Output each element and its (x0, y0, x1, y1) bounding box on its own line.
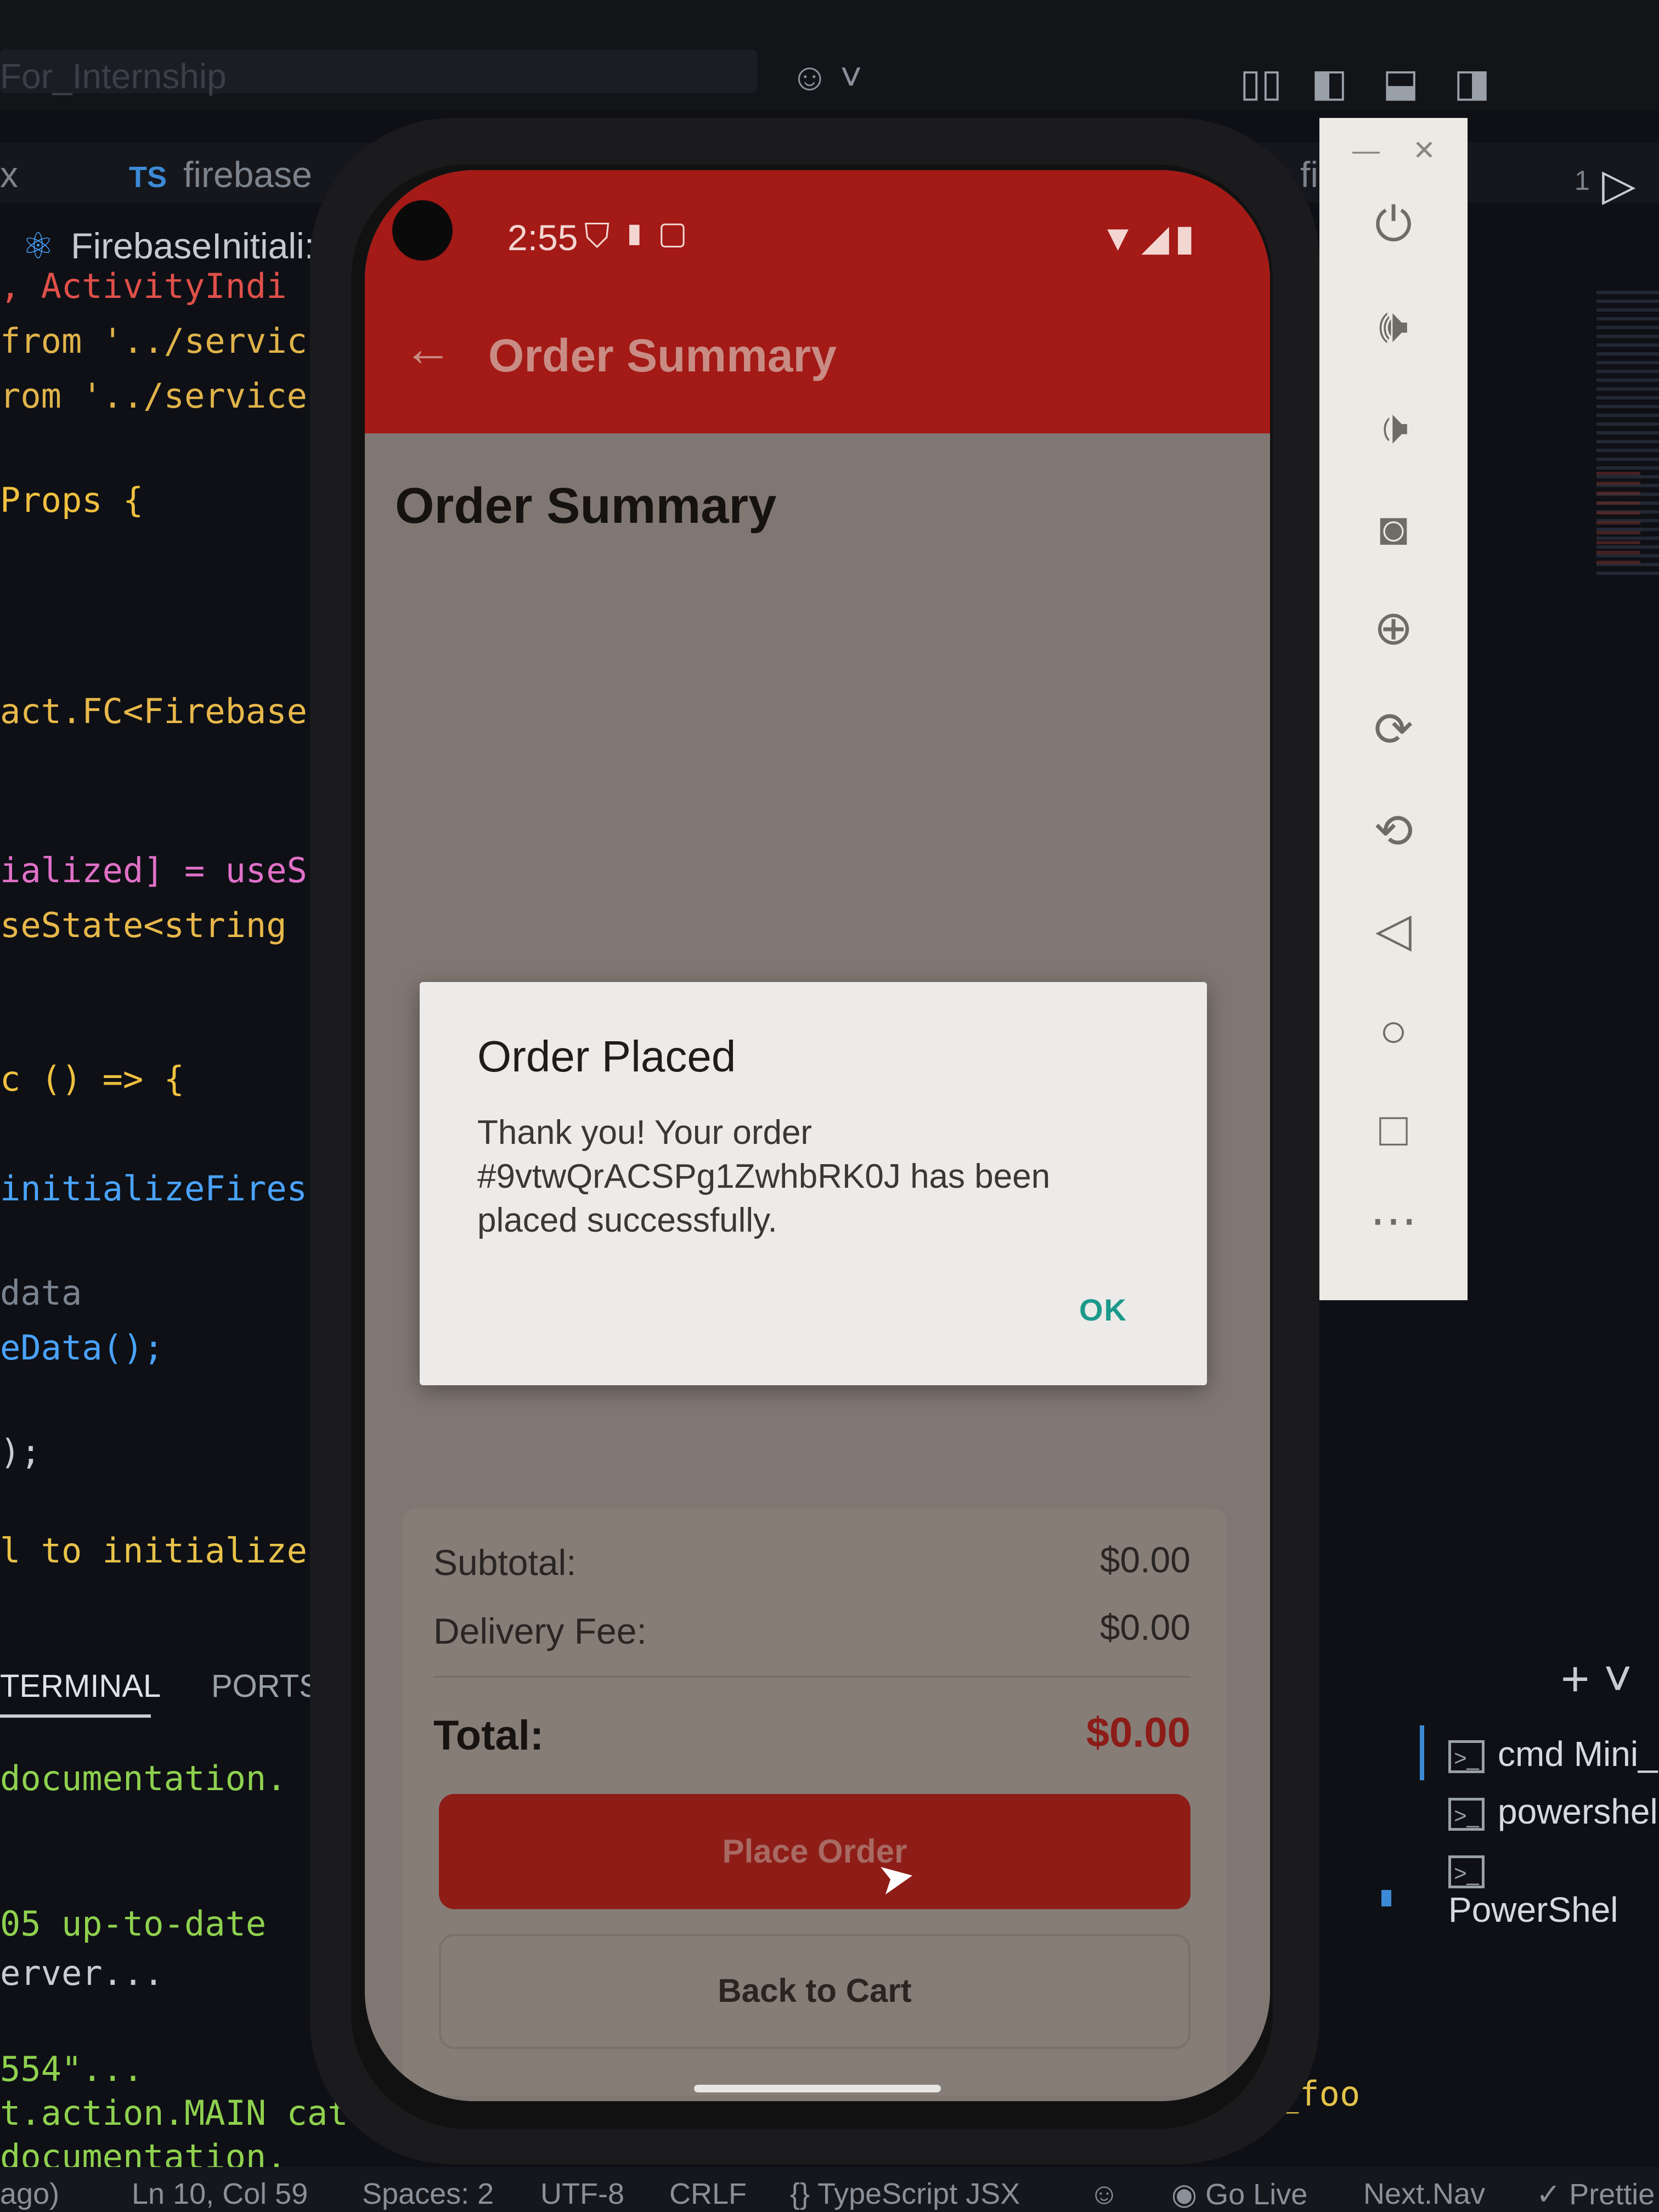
code-line: eData(); (0, 1328, 164, 1368)
code-line: l to initialize (0, 1531, 307, 1571)
terminal-name: cmd Mini_ (1498, 1734, 1658, 1774)
rotate-right-icon[interactable]: ⟳ (1319, 702, 1468, 757)
terminal-icon: >_ (1448, 1855, 1485, 1889)
volume-down-icon[interactable]: 🕩 (1319, 400, 1468, 456)
double-check-icon: ✓ (1536, 2178, 1570, 2211)
terminal-line: t.action.MAIN cat (0, 2093, 348, 2133)
status-next-nav[interactable]: Next.Nav (1363, 2177, 1485, 2211)
tab-count: 1 (1575, 165, 1590, 196)
subtotal-value: $0.00 (1099, 1539, 1190, 1580)
terminal-list-item[interactable]: >_ cmd Mini_ (1448, 1734, 1658, 1774)
totals-divider (433, 1676, 1190, 1678)
panel-tab-ports[interactable]: PORTS (211, 1668, 320, 1705)
toggle-secondary-sidebar-icon[interactable]: ◨ (1454, 60, 1490, 105)
tab-firebase[interactable]: TS firebase (129, 154, 312, 195)
page-title: Order Summary (395, 478, 777, 534)
back-to-cart-button[interactable]: Back to Cart (439, 1934, 1190, 2049)
code-line: c () => { (0, 1059, 184, 1099)
code-line: ialized] = useS (0, 850, 307, 890)
app-bar-title: Order Summary (488, 330, 837, 381)
tab-close-icon[interactable]: x (0, 154, 18, 195)
delivery-fee-value: $0.00 (1099, 1607, 1190, 1647)
overview-icon[interactable]: □ (1319, 1103, 1468, 1157)
code-line: data (0, 1273, 82, 1313)
back-arrow-icon[interactable]: ← (403, 321, 453, 377)
terminal-line: 554"... (0, 2049, 144, 2089)
volume-up-icon[interactable]: 🕪 (1319, 299, 1468, 354)
breadcrumb-label: FirebaseInitiali: (71, 225, 315, 266)
gesture-home-bar[interactable] (694, 2085, 941, 2092)
status-system-icons: ▼◢▮ (1100, 217, 1200, 258)
terminal-selection-indicator (1420, 1725, 1424, 1780)
status-git-time[interactable]: ago) (0, 2177, 59, 2211)
run-icon[interactable]: ▷ (1602, 159, 1636, 210)
toggle-primary-sidebar-icon[interactable]: ◧ (1311, 60, 1347, 105)
terminal-icon: >_ (1448, 1740, 1485, 1774)
more-icon[interactable]: ⋯ (1319, 1193, 1468, 1248)
code-line: Props { (0, 480, 144, 520)
status-copilot-icon[interactable]: ☺ (1089, 2177, 1119, 2211)
code-line: rom '../service (0, 376, 307, 416)
terminal-list-item[interactable]: >_ powershel (1448, 1791, 1658, 1832)
power-icon[interactable]: ⏻ (1319, 198, 1468, 253)
rotate-left-icon[interactable]: ⟲ (1319, 804, 1468, 859)
code-line: act.FC<Firebase (0, 691, 307, 731)
copilot-icon[interactable]: ☺ ˅ (790, 55, 862, 99)
order-placed-dialog: Order Placed Thank you! Your order #9vtw… (420, 982, 1207, 1385)
code-line: initializeFires (0, 1169, 307, 1209)
subtotal-label: Subtotal: (433, 1542, 577, 1583)
command-center-text: For_Internship (0, 57, 227, 96)
terminal-line: documentation. (0, 1758, 287, 1798)
home-icon[interactable]: ○ (1319, 1004, 1468, 1058)
status-line-ending[interactable]: CRLF (669, 2177, 747, 2211)
broadcast-icon: ◉ (1171, 2178, 1206, 2211)
customize-layout-icon[interactable]: ▯▯ (1240, 60, 1282, 105)
code-line: ); (0, 1432, 41, 1472)
panel-tab-terminal[interactable]: TERMINAL (0, 1668, 161, 1705)
app-bar: 2:55 ⛉▮▢ ▼◢▮ ← Order Summary (365, 170, 1270, 433)
dialog-ok-button[interactable]: OK (1079, 1292, 1127, 1328)
status-time: 2:55 (507, 217, 578, 258)
back-icon[interactable]: ◁ (1319, 902, 1468, 957)
camera-icon[interactable]: ◙ (1319, 502, 1468, 556)
minimize-icon[interactable]: — (1352, 134, 1380, 166)
tab-fi[interactable]: fi (1300, 154, 1318, 195)
zoom-in-icon[interactable]: ⊕ (1319, 601, 1468, 656)
dialog-message: Thank you! Your order #9vtwQrACSPg1ZwhbR… (477, 1114, 1051, 1239)
status-encoding[interactable]: UTF-8 (540, 2177, 624, 2211)
typescript-file-icon: TS (129, 161, 167, 194)
terminal-line: erver... (0, 1953, 164, 1993)
close-icon[interactable]: ✕ (1413, 134, 1436, 166)
breadcrumb[interactable]: ⚛ FirebaseInitiali: (22, 225, 314, 267)
terminal-list-item[interactable]: >_PowerShel (1448, 1849, 1659, 1930)
delivery-fee-label: Delivery Fee: (433, 1611, 647, 1651)
code-line: seState<string (0, 905, 287, 945)
new-terminal-icon[interactable]: + ˅ (1561, 1651, 1632, 1708)
toggle-panel-icon[interactable]: ⬓ (1383, 60, 1419, 105)
emulator-toolbar: — ✕ ⏻ 🕪 🕩 ◙ ⊕ ⟳ ⟲ ◁ ○ □ ⋯ (1319, 118, 1468, 1300)
total-value: $0.00 (1086, 1709, 1190, 1756)
terminal-cursor (1381, 1890, 1391, 1906)
minimap-errors (1596, 472, 1640, 571)
active-tab-indicator (0, 1714, 151, 1718)
code-line: , ActivityIndi (0, 266, 287, 306)
place-order-button[interactable]: Place Order (439, 1794, 1190, 1909)
command-center-search[interactable]: For_Internship (0, 49, 757, 96)
status-go-live[interactable]: ◉ Go Live (1171, 2177, 1307, 2211)
terminal-icon: >_ (1448, 1798, 1485, 1831)
terminal-name: PowerShel (1448, 1890, 1618, 1929)
status-cursor-position[interactable]: Ln 10, Col 59 (132, 2177, 308, 2211)
react-component-icon: ⚛ (22, 225, 55, 266)
status-notification-icons: ⛉▮▢ (584, 217, 697, 255)
terminal-line: 05 up-to-date (0, 1904, 267, 1944)
code-line: from '../servic (0, 321, 307, 361)
dialog-title: Order Placed (477, 1032, 736, 1081)
front-camera (392, 200, 453, 261)
terminal-name: powershel (1498, 1792, 1658, 1831)
status-language-mode[interactable]: {} TypeScript JSX (790, 2177, 1020, 2211)
status-prettier[interactable]: ✓ Prettie (1536, 2177, 1655, 2211)
status-indentation[interactable]: Spaces: 2 (362, 2177, 494, 2211)
total-label: Total: (433, 1712, 544, 1759)
tab-firebase-label: firebase (183, 154, 312, 195)
